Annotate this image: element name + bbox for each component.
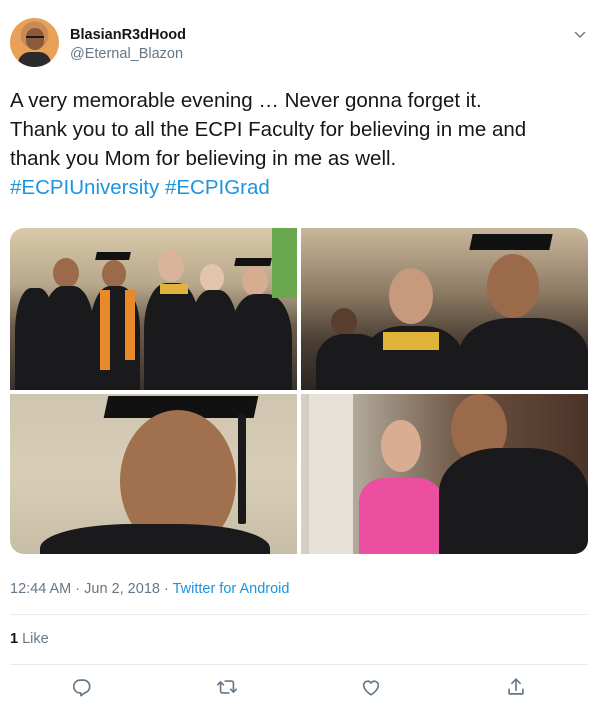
photo-graduates-group[interactable]: [10, 228, 297, 390]
photo-graduate-with-faculty[interactable]: [301, 228, 588, 390]
photo-graduate-with-mom[interactable]: [301, 394, 588, 554]
avatar[interactable]: [10, 18, 59, 67]
likes-label: Like: [18, 631, 49, 647]
avatar-shirt: [18, 52, 51, 67]
tweet-time[interactable]: 12:44 AM: [10, 581, 71, 597]
likes-count: 1: [10, 631, 19, 647]
reply-icon: [71, 679, 93, 702]
photo-graduate-selfie[interactable]: [10, 394, 297, 554]
retweet-icon: [216, 680, 238, 702]
hashtag-line: #ECPIUniversity #ECPIGrad: [10, 173, 590, 202]
chevron-down-icon[interactable]: [574, 28, 586, 40]
tweet-source-link[interactable]: Twitter for Android: [173, 581, 290, 597]
heart-icon: [360, 680, 382, 702]
hashtag-link[interactable]: #ECPIUniversity: [10, 176, 159, 199]
likes-stat[interactable]: 1 Like: [10, 631, 49, 647]
meta-separator: ·: [71, 581, 85, 597]
avatar-glasses: [26, 36, 44, 40]
meta-separator: ·: [159, 581, 173, 597]
hashtag-link[interactable]: #ECPIGrad: [165, 176, 270, 199]
retweet-button[interactable]: [216, 676, 240, 700]
share-icon: [505, 678, 527, 702]
divider: [10, 614, 588, 615]
tweet-date[interactable]: Jun 2, 2018: [84, 581, 160, 597]
action-bar: [0, 676, 598, 702]
photo-grid: [10, 228, 588, 554]
tweet-card: BlasianR3dHood @Eternal_Blazon A very me…: [0, 0, 598, 711]
tweet-meta: 12:44 AM · Jun 2, 2018 · Twitter for And…: [10, 581, 289, 597]
divider: [10, 664, 588, 665]
tweet-text: A very memorable evening … Never gonna f…: [10, 86, 590, 202]
tweet-header: BlasianR3dHood @Eternal_Blazon: [10, 18, 590, 70]
share-button[interactable]: [505, 676, 529, 700]
display-name[interactable]: BlasianR3dHood: [70, 27, 186, 43]
user-handle[interactable]: @Eternal_Blazon: [70, 46, 183, 62]
tweet-text-line: A very memorable evening … Never gonna f…: [10, 89, 482, 112]
reply-button[interactable]: [71, 676, 95, 700]
tweet-text-line: thank you Mom for believing in me as wel…: [10, 147, 397, 170]
like-button[interactable]: [360, 676, 384, 700]
tweet-text-line: Thank you to all the ECPI Faculty for be…: [10, 118, 527, 141]
